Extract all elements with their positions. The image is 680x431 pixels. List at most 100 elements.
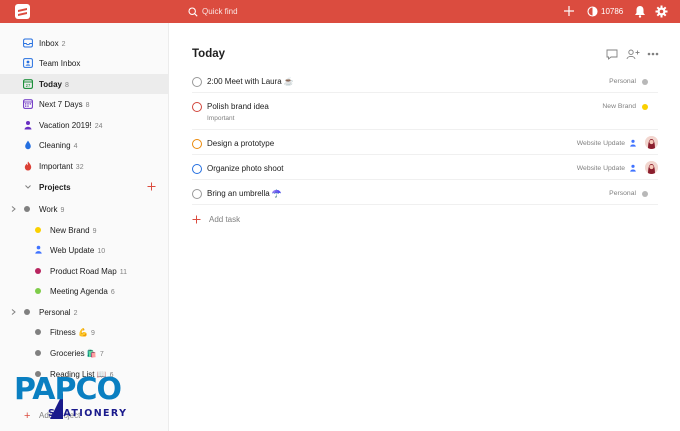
sidebar-item-vacation[interactable]: Vacation 2019! 24 <box>0 115 169 135</box>
project-color-dot <box>35 227 41 233</box>
avatar-portrait-icon <box>645 161 658 174</box>
task-project-dot <box>642 191 648 197</box>
task-row[interactable]: Bring an umbrella ☂️ Personal <box>192 183 658 205</box>
project-label: New Brand <box>50 226 90 235</box>
task-project-label[interactable]: Personal <box>609 190 636 197</box>
task-title: 2:00 Meet with Laura ☕ <box>207 77 294 86</box>
projects-section-label: Projects <box>39 183 71 192</box>
task-project-dot <box>642 79 648 85</box>
sidebar-item-today[interactable]: 27 Today 8 <box>0 74 169 94</box>
sidebar-item-label: Important <box>39 162 73 171</box>
add-task-label: Add task <box>209 214 241 224</box>
todoist-logo[interactable] <box>15 4 30 19</box>
project-work[interactable]: Work 9 <box>0 199 169 219</box>
flame-icon <box>24 161 32 171</box>
sidebar-item-count: 32 <box>75 164 84 171</box>
task-title: Bring an umbrella ☂️ <box>207 189 282 198</box>
search-icon <box>188 6 198 17</box>
top-bar: Quick find 10786 <box>0 0 680 23</box>
drop-icon <box>25 140 31 150</box>
task-checkbox[interactable] <box>192 189 202 199</box>
add-task-button[interactable]: Add task <box>192 212 240 226</box>
calendar-day-number: 27 <box>26 83 31 88</box>
shared-person-icon <box>630 139 636 147</box>
shared-person-icon <box>35 245 42 254</box>
task-project-label[interactable]: Website Update <box>577 165 625 172</box>
add-task-plus-icon[interactable] <box>563 5 575 17</box>
project-personal[interactable]: Personal 2 <box>0 302 169 322</box>
karma-button[interactable]: 10786 <box>587 5 623 18</box>
project-count: 9 <box>90 330 95 337</box>
sidebar: Inbox 2 Team Inbox 27 Today 8 Next 7 Days 8… <box>0 23 169 431</box>
project-color-dot <box>35 268 41 274</box>
chevron-right-icon[interactable] <box>10 308 17 316</box>
sidebar-item-label: Next 7 Days <box>39 100 83 109</box>
task-title: Polish brand idea <box>207 102 269 111</box>
assignee-avatar[interactable] <box>645 136 658 149</box>
project-product-road-map[interactable]: Product Road Map 11 <box>0 261 169 281</box>
quick-find-search[interactable]: Quick find <box>188 5 238 18</box>
project-meeting-agenda[interactable]: Meeting Agenda 6 <box>0 281 169 301</box>
page-title: Today <box>192 48 226 60</box>
logo-tagline-text: STATIONERY <box>48 408 128 419</box>
assignee-avatar[interactable] <box>645 161 658 174</box>
task-row[interactable]: Polish brand idea Important New Brand <box>192 96 658 130</box>
project-color-dot <box>24 309 30 315</box>
sidebar-item-next-7-days[interactable]: Next 7 Days 8 <box>0 94 169 114</box>
project-count: 10 <box>97 248 106 255</box>
task-title: Design a prototype <box>207 139 275 148</box>
task-row[interactable]: 2:00 Meet with Laura ☕ Personal <box>192 71 658 93</box>
person-icon <box>24 121 32 130</box>
task-checkbox[interactable] <box>192 77 202 87</box>
more-icon[interactable] <box>647 52 659 56</box>
project-label: Product Road Map <box>50 267 117 276</box>
calendar-today-icon: 27 <box>23 79 33 89</box>
sidebar-item-label: Vacation 2019! <box>39 121 92 130</box>
sidebar-item-label: Inbox <box>39 39 59 48</box>
task-title: Organize photo shoot <box>207 164 284 173</box>
sidebar-item-count: 8 <box>64 82 69 89</box>
project-count: 2 <box>73 310 78 317</box>
sidebar-item-important[interactable]: Important 32 <box>0 156 169 176</box>
project-label: Meeting Agenda <box>50 287 108 296</box>
project-count: 7 <box>99 351 104 358</box>
comment-icon[interactable] <box>606 49 618 60</box>
task-project-label[interactable]: Personal <box>609 78 636 85</box>
karma-score: 10786 <box>601 7 624 16</box>
sidebar-item-label: Today <box>39 80 62 89</box>
sidebar-item-cleaning[interactable]: Cleaning 4 <box>0 135 169 155</box>
task-project-label[interactable]: New Brand <box>602 103 636 110</box>
logo-brand-text: PAPCO <box>14 372 122 407</box>
task-project-label[interactable]: Website Update <box>577 140 625 147</box>
project-color-dot <box>35 350 41 356</box>
sidebar-item-team-inbox[interactable]: Team Inbox <box>0 53 169 73</box>
share-person-icon[interactable] <box>626 49 640 60</box>
sidebar-item-inbox[interactable]: Inbox 2 <box>0 33 169 53</box>
sidebar-item-label: Cleaning <box>39 141 71 150</box>
papco-stationery-logo: PAPCO STATIONERY <box>14 375 156 425</box>
task-label-tag[interactable]: Important <box>207 115 234 122</box>
task-row[interactable]: Organize photo shoot Website Update <box>192 158 658 180</box>
search-placeholder: Quick find <box>202 7 238 16</box>
project-count: 9 <box>92 228 97 235</box>
chevron-right-icon[interactable] <box>10 205 17 213</box>
gear-icon[interactable] <box>655 5 668 18</box>
chevron-down-icon[interactable] <box>24 183 32 191</box>
project-groceries[interactable]: Groceries 🛍️ 7 <box>0 343 169 363</box>
sidebar-item-count: 24 <box>94 123 103 130</box>
bell-icon[interactable] <box>634 5 646 18</box>
project-fitness[interactable]: Fitness 💪 9 <box>0 322 169 342</box>
project-web-update[interactable]: Web Update 10 <box>0 240 169 260</box>
task-checkbox[interactable] <box>192 102 202 112</box>
shared-person-icon <box>630 164 636 172</box>
karma-icon <box>587 6 598 17</box>
task-checkbox[interactable] <box>192 164 202 174</box>
add-project-plus-icon[interactable] <box>147 182 156 191</box>
project-color-dot <box>24 206 30 212</box>
task-checkbox[interactable] <box>192 139 202 149</box>
calendar-week-icon <box>23 99 33 109</box>
sidebar-item-count: 2 <box>61 41 66 48</box>
task-row[interactable]: Design a prototype Website Update <box>192 133 658 155</box>
projects-section-header[interactable]: Projects <box>0 177 169 197</box>
project-new-brand[interactable]: New Brand 9 <box>0 220 169 240</box>
